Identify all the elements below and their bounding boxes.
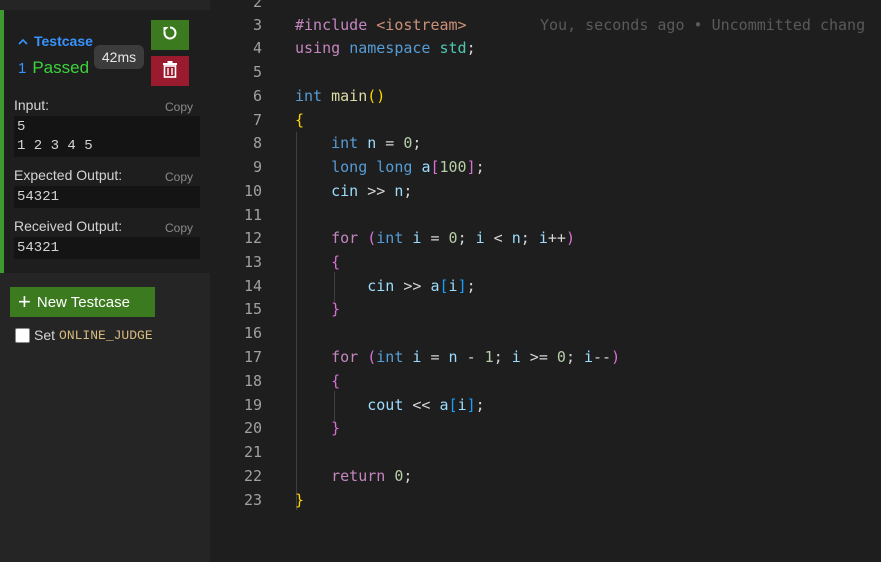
code-line: 20 } xyxy=(243,419,341,437)
testcase-header-label: Testcase xyxy=(34,33,93,49)
trash-icon xyxy=(162,60,178,83)
input-value[interactable]: 5 1 2 3 4 5 xyxy=(14,116,200,157)
left-panel: Testcase 1 Passed 42ms Input: Copy 5 1 2 … xyxy=(0,0,210,562)
code-line: 15 } xyxy=(243,300,341,318)
online-judge-row: Set ONLINE_JUDGE xyxy=(15,327,153,343)
code-line: 18 { xyxy=(243,372,341,390)
new-testcase-button[interactable]: + New Testcase xyxy=(10,287,155,317)
rerun-button[interactable] xyxy=(151,20,189,50)
git-blame-annotation: You, seconds ago • Uncommitted chang xyxy=(540,16,866,34)
new-testcase-label: New Testcase xyxy=(36,293,130,311)
chevron-up-icon xyxy=(18,37,28,49)
code-line: 23} xyxy=(243,491,305,509)
code-line: 19 cout << a[i]; xyxy=(243,396,485,414)
testcase-status: 1 Passed xyxy=(18,58,89,78)
copy-expected-link[interactable]: Copy xyxy=(165,170,193,184)
code-line: 2 xyxy=(252,0,262,11)
status-passed: Passed xyxy=(32,58,90,77)
code-line: 4 using namespace std; xyxy=(252,39,476,57)
received-output-label: Received Output: xyxy=(14,218,123,234)
code-line: 17 for (int i = n - 1; i >= 0; i--) xyxy=(243,348,621,366)
online-judge-checkbox[interactable] xyxy=(15,327,30,343)
expected-output-value[interactable]: 54321 xyxy=(14,186,200,208)
received-output-value: 54321 xyxy=(14,237,200,259)
testcase-toggle[interactable]: Testcase xyxy=(18,33,93,49)
testcase-card: Testcase 1 Passed 42ms Input: Copy 5 1 2 … xyxy=(0,10,210,273)
code-line: 8 int n = 0; xyxy=(252,134,422,152)
code-line: 12 for (int i = 0; i < n; i++) xyxy=(243,229,575,247)
code-line: 11 xyxy=(243,206,262,224)
code-line: 14 cin >> a[i]; xyxy=(243,277,476,295)
code-editor[interactable]: 2 3 #include <iostream> You, seconds ago •… xyxy=(210,0,881,562)
copy-received-link[interactable]: Copy xyxy=(165,221,193,235)
code-line: 6 int main() xyxy=(252,87,386,105)
time-badge: 42ms xyxy=(94,45,144,69)
code-line: 21 xyxy=(243,443,262,461)
code-line: 3 #include <iostream> You, seconds ago • U… xyxy=(252,16,866,34)
code-line: 5 xyxy=(252,63,262,81)
code-line: 22 return 0; xyxy=(243,467,413,485)
copy-input-link[interactable]: Copy xyxy=(165,100,193,114)
code-line: 7{ xyxy=(252,111,305,129)
online-judge-flag: ONLINE_JUDGE xyxy=(59,327,153,343)
code-line: 9 long long a[100]; xyxy=(252,158,485,176)
code-line: 13 { xyxy=(243,253,341,271)
delete-button[interactable] xyxy=(151,56,189,86)
testcase-index: 1 xyxy=(18,60,27,77)
code-line: 10 cin >> n; xyxy=(243,182,413,200)
code-line: 16 xyxy=(243,324,262,342)
plus-icon: + xyxy=(18,289,31,314)
set-label: Set xyxy=(34,327,56,343)
input-label: Input: xyxy=(14,97,50,113)
refresh-icon xyxy=(161,24,179,47)
expected-output-label: Expected Output: xyxy=(14,167,123,183)
